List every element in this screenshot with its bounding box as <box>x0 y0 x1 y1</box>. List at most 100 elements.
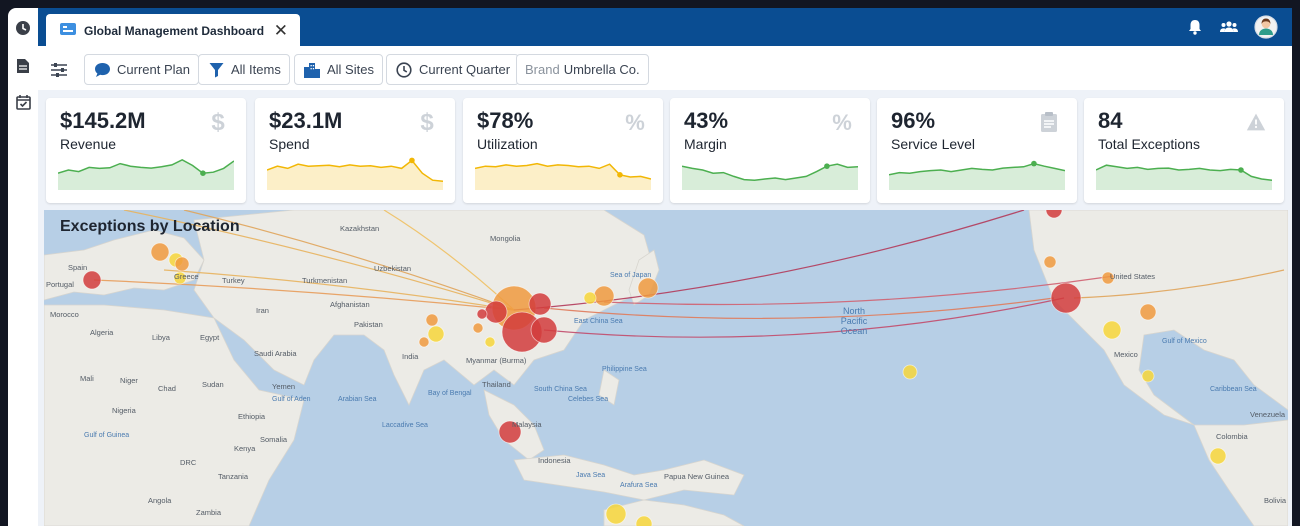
exception-bubble[interactable] <box>530 316 558 344</box>
document-icon[interactable] <box>15 58 31 74</box>
total-exceptions-sparkline <box>1096 164 1272 190</box>
all-sites-label: All Sites <box>327 62 374 77</box>
dollar-icon: $ <box>417 110 437 134</box>
ocean-label: Philippine Sea <box>602 366 647 373</box>
calendar-check-icon[interactable] <box>15 94 31 110</box>
place-label: Kazakhstan <box>340 224 380 233</box>
place-label: Turkey <box>222 276 245 285</box>
exception-bubble[interactable] <box>1102 320 1122 340</box>
clipboard-icon <box>1039 110 1059 134</box>
service-level-sparkline <box>889 160 1065 190</box>
all-items-button[interactable]: All Items <box>198 54 290 85</box>
sparkline-area <box>58 159 234 190</box>
place-label: Kenya <box>234 444 256 453</box>
place-label: Indonesia <box>538 456 571 465</box>
svg-text:$: $ <box>420 110 434 134</box>
place-label: Yemen <box>272 382 296 391</box>
place-label: Somalia <box>260 435 288 444</box>
exception-bubble[interactable] <box>418 336 430 348</box>
exception-bubble[interactable] <box>528 292 552 316</box>
bell-icon[interactable] <box>1186 18 1204 36</box>
kpi-card-total-exceptions[interactable]: 84 Total Exceptions <box>1084 98 1284 203</box>
place-label: Uzbekistan <box>374 264 412 273</box>
place-label: Mongolia <box>490 234 521 243</box>
place-label: Myanmar (Burma) <box>466 356 527 365</box>
place-label: United States <box>1110 272 1156 281</box>
top-bar: Global Management Dashboard ✕ <box>38 8 1292 48</box>
place-label: Mali <box>80 374 94 383</box>
svg-text:%: % <box>832 110 852 134</box>
ocean-label: Bay of Bengal <box>428 390 472 397</box>
ocean-label: Celebes Sea <box>568 396 609 403</box>
filter-icon <box>207 61 225 79</box>
all-sites-button[interactable]: All Sites <box>294 54 383 85</box>
current-plan-button[interactable]: Current Plan <box>84 54 199 85</box>
kpi-card-service-level[interactable]: 96% Service Level <box>877 98 1077 203</box>
place-label: Malaysia <box>512 420 542 429</box>
sparkline-area <box>1096 165 1272 190</box>
place-label: Pakistan <box>354 320 383 329</box>
place-label: Mexico <box>1114 350 1138 359</box>
exception-bubble[interactable] <box>174 256 190 272</box>
exception-bubble[interactable] <box>593 285 615 307</box>
exception-bubble[interactable] <box>1141 369 1155 383</box>
brand-selector[interactable]: Brand Umbrella Co. <box>516 54 649 85</box>
users-icon[interactable] <box>1220 18 1238 36</box>
exception-bubble[interactable] <box>583 291 597 305</box>
current-quarter-button[interactable]: Current Quarter <box>386 54 520 85</box>
exception-bubble[interactable] <box>82 270 102 290</box>
place-label: Bolivia <box>1264 496 1287 505</box>
exception-bubble[interactable] <box>637 277 659 299</box>
exception-bubble[interactable] <box>1050 282 1082 314</box>
ocean-label: Gulf of Aden <box>272 396 311 403</box>
exception-bubble[interactable] <box>1209 447 1227 465</box>
exception-bubble[interactable] <box>484 300 508 324</box>
sparkline-area <box>475 163 651 190</box>
exception-bubble[interactable] <box>605 503 627 525</box>
dollar-icon: $ <box>208 110 228 134</box>
exceptions-map[interactable]: Exceptions by Location Spain Portugal Mo… <box>44 210 1288 526</box>
exception-bubble[interactable] <box>427 325 445 343</box>
exception-bubble[interactable] <box>902 364 918 380</box>
exception-bubble[interactable] <box>1139 303 1157 321</box>
exception-bubble[interactable] <box>150 242 170 262</box>
clock-icon[interactable] <box>15 20 31 36</box>
app-window: Global Management Dashboard ✕ Current Pl… <box>38 8 1292 526</box>
exception-bubble[interactable] <box>472 322 484 334</box>
ocean-label: South China Sea <box>534 386 587 393</box>
kpi-card-margin[interactable]: 43% Margin % <box>670 98 870 203</box>
kpi-card-utilization[interactable]: $78% Utilization % <box>463 98 663 203</box>
buildings-icon <box>303 61 321 79</box>
close-tab-button[interactable]: ✕ <box>274 22 288 39</box>
exception-bubble[interactable] <box>425 313 439 327</box>
place-label: Angola <box>148 496 172 505</box>
exception-bubble[interactable] <box>1043 255 1057 269</box>
place-label: Egypt <box>200 333 220 342</box>
kpi-value: $145.2M <box>60 108 146 133</box>
place-label: India <box>402 352 419 361</box>
place-label: Sudan <box>202 380 224 389</box>
exception-bubble[interactable] <box>476 308 488 320</box>
tab-global-management-dashboard[interactable]: Global Management Dashboard ✕ <box>46 14 300 48</box>
chat-bubble-icon <box>93 61 111 79</box>
place-label: Colombia <box>1216 432 1248 441</box>
place-label: Saudi Arabia <box>254 349 297 358</box>
place-label: Niger <box>120 376 138 385</box>
place-label: Libya <box>152 333 170 342</box>
sparkline-marker <box>1238 167 1244 173</box>
place-label: Greece <box>174 272 199 281</box>
avatar[interactable] <box>1254 15 1278 39</box>
place-label: Tanzania <box>218 472 249 481</box>
place-label: Afghanistan <box>330 300 370 309</box>
svg-text:%: % <box>625 110 645 134</box>
kpi-card-revenue[interactable]: $145.2M Revenue $ <box>46 98 246 203</box>
exception-bubble[interactable] <box>484 336 496 348</box>
place-label: DRC <box>180 458 197 467</box>
place-label: Iran <box>256 306 269 315</box>
kpi-value: $78% <box>477 108 534 133</box>
kpi-card-spend[interactable]: $23.1M Spend $ <box>255 98 455 203</box>
revenue-sparkline <box>58 158 234 190</box>
sparkline-marker <box>409 157 415 164</box>
percent-icon: % <box>832 110 852 134</box>
sliders-icon[interactable] <box>44 54 74 85</box>
